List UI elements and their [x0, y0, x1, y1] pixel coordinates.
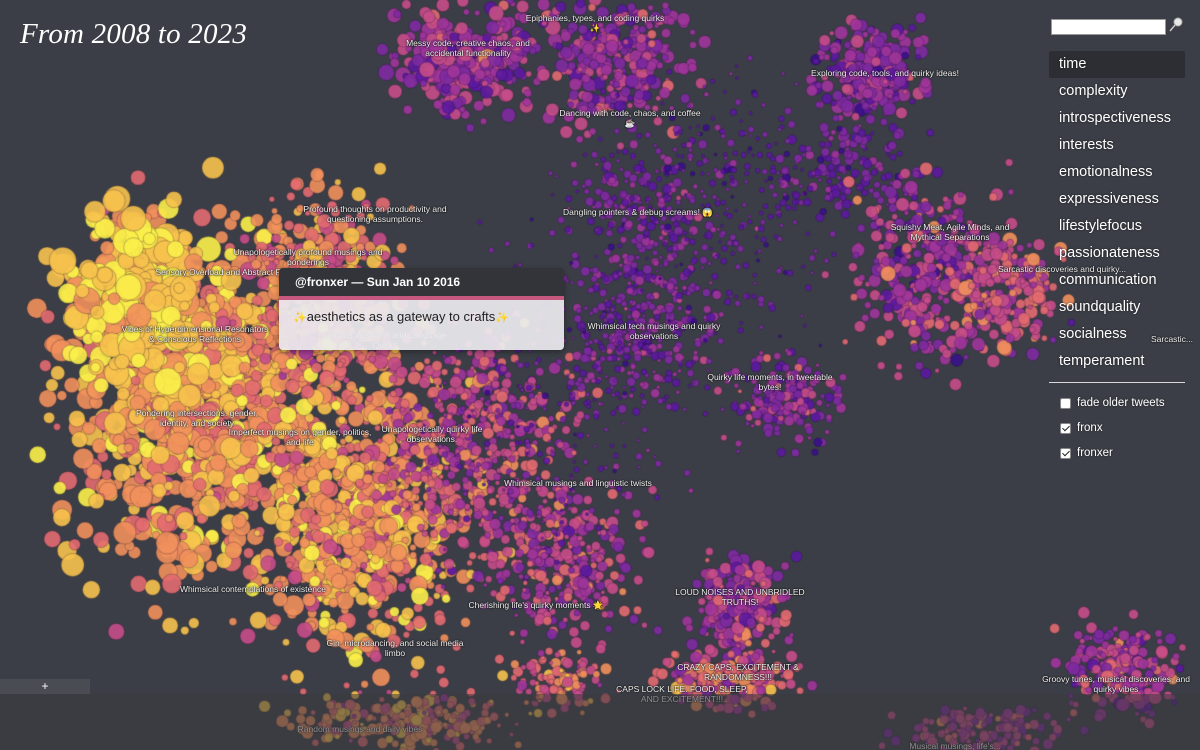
menu-item-complexity[interactable]: complexity — [1049, 78, 1185, 105]
add-tab-button[interactable]: + — [0, 679, 90, 694]
fronxer-checkbox[interactable] — [1060, 447, 1071, 459]
tooltip-header: @fronxer — Sun Jan 10 2016 — [279, 268, 564, 300]
menu-item-expressiveness[interactable]: expressiveness — [1049, 186, 1185, 213]
tooltip-text: aesthetics as a gateway to crafts — [306, 309, 496, 324]
menu-divider — [1049, 382, 1185, 383]
search-icon[interactable] — [1168, 16, 1184, 34]
dimension-menu: time complexity introspectiveness intere… — [1049, 51, 1185, 375]
bottom-tab-bar — [0, 694, 1200, 750]
menu-item-lifestylefocus[interactable]: lifestylefocus — [1049, 213, 1185, 240]
menu-item-passionateness[interactable]: passionateness — [1049, 240, 1185, 267]
page-title: From 2008 to 2023 — [20, 18, 248, 50]
fronx-checkbox[interactable] — [1060, 422, 1071, 434]
fade-older-tweets-option[interactable]: fade older tweets — [1060, 395, 1165, 411]
fronx-label[interactable]: fronx — [1077, 422, 1103, 434]
menu-item-interests[interactable]: interests — [1049, 132, 1185, 159]
app-root: Epiphanies, types, and coding quirks ✨ M… — [0, 0, 1200, 750]
menu-item-socialness[interactable]: socialness — [1049, 321, 1185, 348]
search-input[interactable] — [1051, 19, 1166, 35]
tweet-map-canvas[interactable] — [0, 0, 1200, 750]
tweet-tooltip: @fronxer — Sun Jan 10 2016 ✨aesthetics a… — [279, 268, 564, 350]
fade-older-tweets-checkbox[interactable] — [1060, 397, 1071, 409]
menu-item-introspectiveness[interactable]: introspectiveness — [1049, 105, 1185, 132]
menu-item-communication[interactable]: communication — [1049, 267, 1185, 294]
sparkle-icon: ✨ — [293, 312, 307, 324]
fronxer-option[interactable]: fronxer — [1060, 445, 1113, 461]
tooltip-body: ✨aesthetics as a gateway to crafts✨ — [279, 300, 564, 350]
fade-older-tweets-label[interactable]: fade older tweets — [1077, 397, 1165, 409]
menu-item-time[interactable]: time — [1049, 51, 1185, 78]
menu-item-emotionalness[interactable]: emotionalness — [1049, 159, 1185, 186]
sparkle-icon: ✨ — [495, 312, 510, 324]
menu-item-soundquality[interactable]: soundquality — [1049, 294, 1185, 321]
fronx-option[interactable]: fronx — [1060, 420, 1103, 436]
menu-item-temperament[interactable]: temperament — [1049, 348, 1185, 375]
fronxer-label[interactable]: fronxer — [1077, 447, 1113, 459]
